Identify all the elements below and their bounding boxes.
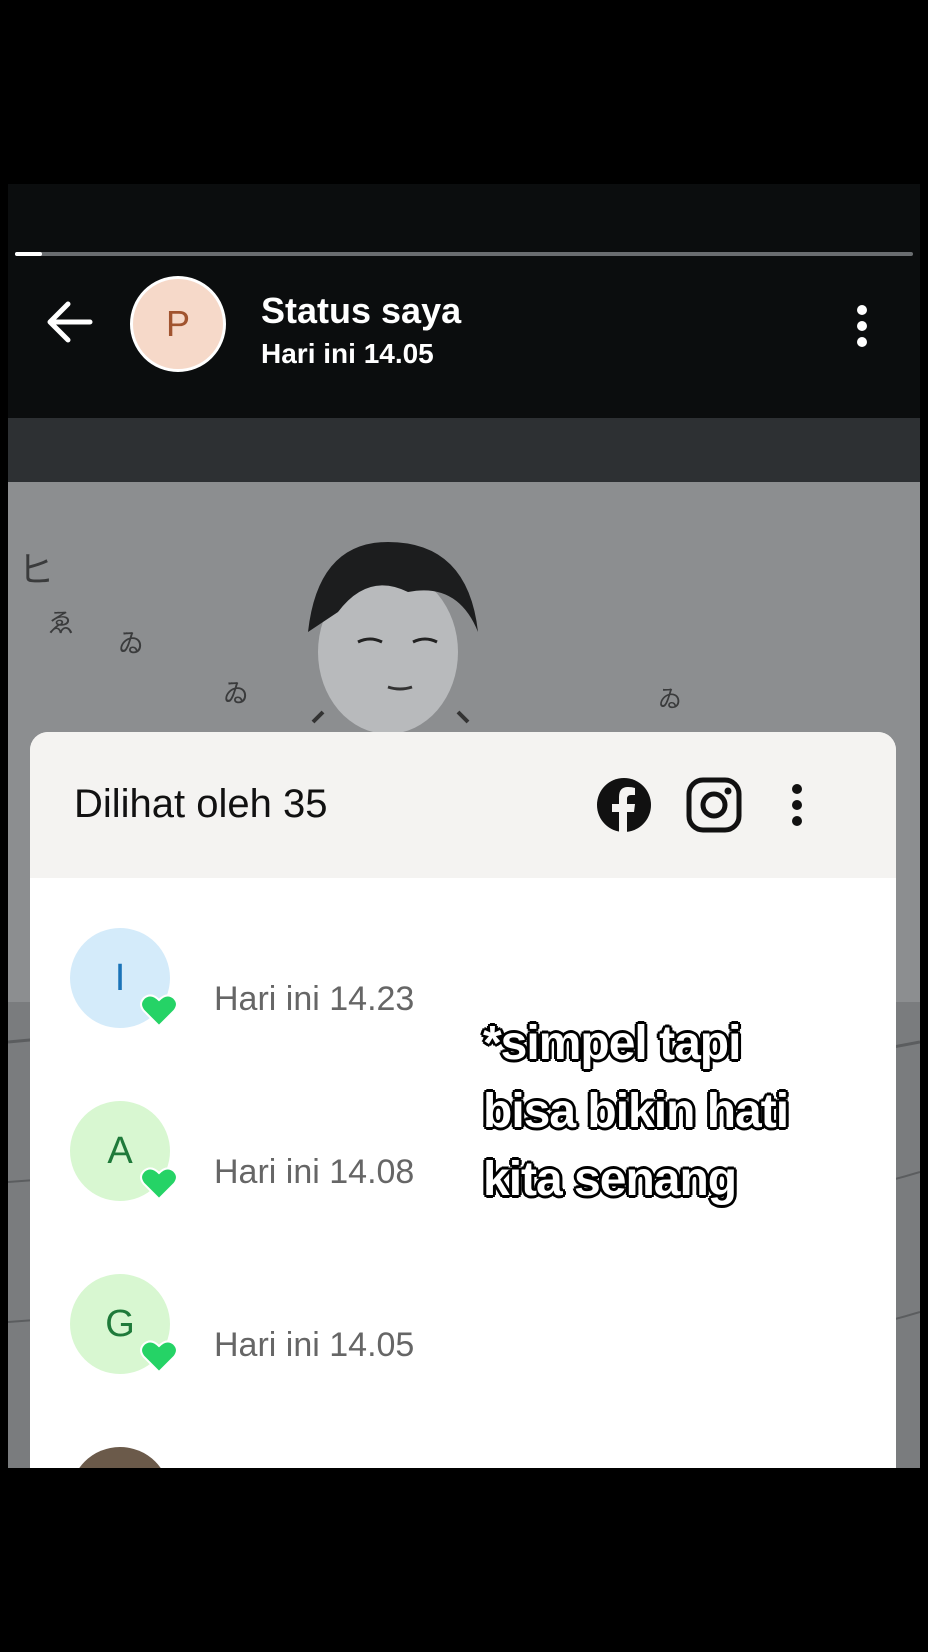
viewer-row[interactable]: G Hari ini 14.05 bbox=[30, 1254, 896, 1404]
viewer-row[interactable] bbox=[30, 1427, 896, 1468]
viewers-sheet-header: Dilihat oleh 35 bbox=[30, 732, 896, 878]
caption-line: bisa bikin hati bbox=[483, 1085, 789, 1138]
status-progress-fill bbox=[15, 252, 42, 256]
svg-text:ゐ: ゐ bbox=[118, 628, 144, 658]
status-title: Status saya bbox=[261, 290, 462, 331]
svg-text:ヒ: ヒ bbox=[18, 549, 54, 590]
media-top-strip bbox=[8, 418, 920, 482]
svg-text:ゐ: ゐ bbox=[223, 678, 249, 708]
more-vert-icon[interactable] bbox=[850, 302, 874, 350]
heart-reaction-icon bbox=[140, 1167, 178, 1201]
instagram-icon[interactable] bbox=[686, 777, 742, 833]
svg-text:ゑ: ゑ bbox=[48, 608, 74, 638]
status-time: Hari ini 14.05 bbox=[261, 338, 434, 369]
viewer-time: Hari ini 14.08 bbox=[214, 1153, 415, 1191]
caption-line: *simpel tapi bbox=[483, 1017, 741, 1070]
my-avatar[interactable]: P bbox=[130, 276, 226, 372]
viewer-time: Hari ini 14.05 bbox=[214, 1326, 415, 1364]
status-header: P Status saya Hari ini 14.05 bbox=[8, 258, 920, 402]
caption-line: kita senang bbox=[483, 1153, 737, 1206]
overlay-caption: *simpel tapi bisa bikin hati kita senang bbox=[483, 1010, 883, 1214]
facebook-icon[interactable] bbox=[596, 777, 652, 833]
viewer-time: Hari ini 14.23 bbox=[214, 980, 415, 1018]
status-progress-bar bbox=[15, 252, 913, 256]
sheet-more-vert-icon[interactable] bbox=[786, 782, 808, 828]
back-arrow-icon[interactable] bbox=[40, 292, 100, 352]
svg-text:ゐ: ゐ bbox=[658, 686, 682, 713]
viewer-avatar-photo bbox=[70, 1447, 170, 1468]
status-viewer-screen: P Status saya Hari ini 14.05 ヒ ゑ ゐ ゐ ゐ D… bbox=[8, 184, 920, 1468]
heart-reaction-icon bbox=[140, 1340, 178, 1374]
heart-reaction-icon bbox=[140, 994, 178, 1028]
viewed-by-count: Dilihat oleh 35 bbox=[74, 782, 328, 826]
